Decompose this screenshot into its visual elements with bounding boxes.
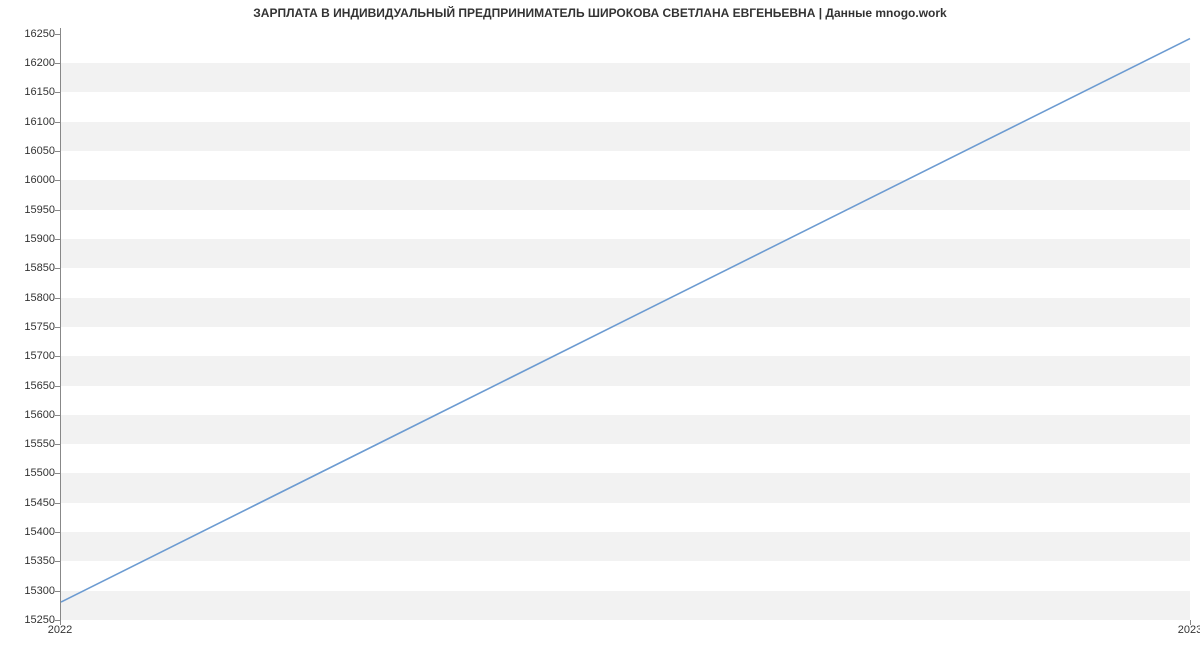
y-tick-mark: [55, 180, 60, 181]
y-tick-label: 15650: [5, 380, 55, 392]
y-tick-label: 15950: [5, 204, 55, 216]
y-tick-mark: [55, 386, 60, 387]
y-tick-mark: [55, 122, 60, 123]
plot-area: [60, 28, 1190, 620]
y-tick-mark: [55, 239, 60, 240]
y-tick-mark: [55, 532, 60, 533]
y-tick-label: 15800: [5, 292, 55, 304]
y-tick-label: 16200: [5, 57, 55, 69]
x-tick-label: 2022: [48, 624, 72, 636]
y-tick-label: 15500: [5, 467, 55, 479]
y-tick-label: 15750: [5, 321, 55, 333]
y-tick-label: 16050: [5, 145, 55, 157]
y-tick-mark: [55, 63, 60, 64]
chart-title: ЗАРПЛАТА В ИНДИВИДУАЛЬНЫЙ ПРЕДПРИНИМАТЕЛ…: [0, 6, 1200, 20]
y-tick-label: 15600: [5, 409, 55, 421]
y-tick-mark: [55, 591, 60, 592]
y-tick-mark: [55, 356, 60, 357]
y-tick-label: 15350: [5, 555, 55, 567]
y-tick-label: 15700: [5, 350, 55, 362]
y-tick-mark: [55, 327, 60, 328]
y-tick-mark: [55, 151, 60, 152]
y-tick-mark: [55, 268, 60, 269]
y-tick-mark: [55, 415, 60, 416]
y-tick-label: 16150: [5, 86, 55, 98]
y-tick-mark: [55, 561, 60, 562]
y-tick-mark: [55, 34, 60, 35]
y-tick-mark: [55, 210, 60, 211]
y-tick-label: 15550: [5, 438, 55, 450]
y-tick-label: 15300: [5, 585, 55, 597]
y-tick-label: 16000: [5, 174, 55, 186]
x-tick-label: 2023: [1178, 624, 1200, 636]
y-tick-mark: [55, 473, 60, 474]
y-tick-label: 16100: [5, 116, 55, 128]
y-tick-mark: [55, 298, 60, 299]
y-tick-label: 15400: [5, 526, 55, 538]
y-tick-label: 15900: [5, 233, 55, 245]
salary-line-chart: ЗАРПЛАТА В ИНДИВИДУАЛЬНЫЙ ПРЕДПРИНИМАТЕЛ…: [0, 0, 1200, 650]
y-tick-label: 16250: [5, 28, 55, 40]
series-line: [61, 39, 1190, 602]
y-tick-label: 15850: [5, 262, 55, 274]
y-tick-mark: [55, 444, 60, 445]
y-tick-mark: [55, 92, 60, 93]
y-tick-mark: [55, 503, 60, 504]
x-tick-mark: [1190, 620, 1191, 625]
y-tick-label: 15450: [5, 497, 55, 509]
x-tick-mark: [60, 620, 61, 625]
data-line: [61, 28, 1190, 619]
